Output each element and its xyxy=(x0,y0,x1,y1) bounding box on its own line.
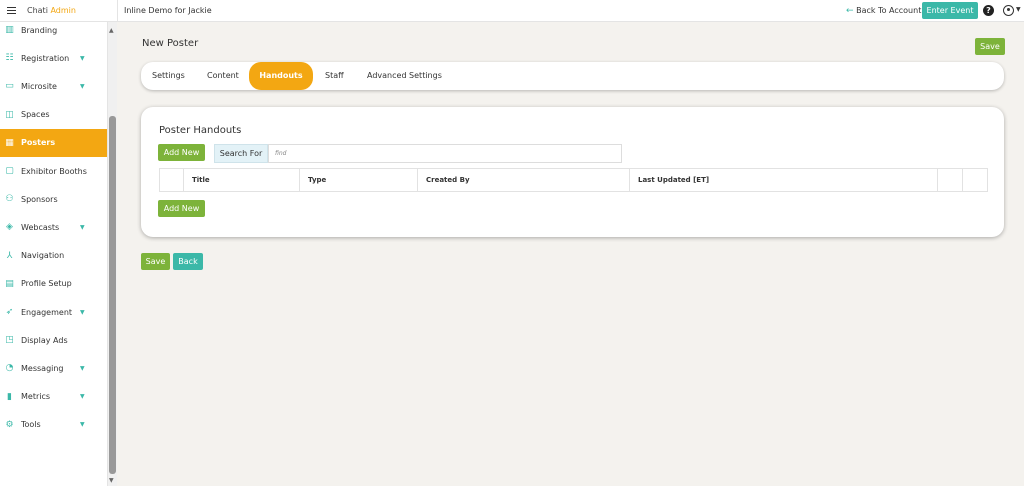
sponsors-icon: ⚇ xyxy=(5,194,14,205)
sidebar: ▥ Branding ☷ Registration ▼ ▭ Microsite ▼ ◫ Space… xyxy=(0,22,108,486)
navigation-icon: ⅄ xyxy=(6,250,13,261)
scroll-up-icon[interactable]: ▲ xyxy=(109,27,114,34)
sidebar-item-posters[interactable]: ▦ Posters xyxy=(0,128,107,157)
chevron-down-icon[interactable]: ▼ xyxy=(80,393,85,400)
chevron-down-icon[interactable]: ▼ xyxy=(80,83,85,90)
sidebar-item-microsite[interactable]: ▭ Microsite ▼ xyxy=(0,72,107,100)
webcasts-icon: ◈ xyxy=(6,222,13,233)
brand-accent: Admin xyxy=(50,6,76,15)
sidebar-item-label: Tools xyxy=(21,420,41,430)
sidebar-item-profile-setup[interactable]: ▤ Profile Setup xyxy=(0,270,107,298)
chevron-down-icon[interactable]: ▼ xyxy=(80,309,85,316)
tab-settings[interactable]: Settings xyxy=(152,62,185,90)
sidebar-item-display-ads[interactable]: ◳ Display Ads xyxy=(0,326,107,354)
chevron-down-icon[interactable]: ▼ xyxy=(80,421,85,428)
sidebar-item-spaces[interactable]: ◫ Spaces xyxy=(0,101,107,129)
sidebar-item-label: Branding xyxy=(21,25,58,35)
sidebar-item-label: Posters xyxy=(21,138,56,148)
chevron-down-icon[interactable]: ▼ xyxy=(80,55,85,62)
branding-icon: ▥ xyxy=(5,25,14,35)
menu-icon[interactable] xyxy=(7,7,16,14)
tab-content[interactable]: Content xyxy=(207,62,239,90)
scroll-down-icon[interactable]: ▼ xyxy=(109,477,114,484)
tab-bar: Settings Content Handouts Staff Advanced… xyxy=(141,62,1004,90)
event-title: Inline Demo for Jackie xyxy=(124,6,212,15)
sidebar-item-exhibitor-booths[interactable]: ▢ Exhibitor Booths xyxy=(0,157,107,185)
handouts-table: Title Type Created By Last Updated [ET] xyxy=(159,168,988,192)
metrics-icon: ▮ xyxy=(7,391,12,402)
sidebar-item-label: Profile Setup xyxy=(21,279,72,289)
header-divider xyxy=(117,0,118,22)
posters-icon: ▦ xyxy=(5,137,14,148)
sidebar-scroll-thumb[interactable] xyxy=(109,116,116,474)
page-title: New Poster xyxy=(142,38,199,49)
exhibitor-booths-icon: ▢ xyxy=(5,166,14,176)
sidebar-item-label: Engagement xyxy=(21,307,73,317)
tab-staff[interactable]: Staff xyxy=(325,62,344,90)
sidebar-item-label: Sponsors xyxy=(21,194,58,204)
tab-advanced-settings[interactable]: Advanced Settings xyxy=(367,62,442,90)
column-header-select xyxy=(160,169,183,191)
sidebar-item-label: Messaging xyxy=(21,363,64,373)
sidebar-item-registration[interactable]: ☷ Registration ▼ xyxy=(0,44,107,72)
sidebar-item-label: Exhibitor Booths xyxy=(21,166,87,176)
brand-name: Chati xyxy=(27,6,48,15)
sidebar-item-label: Spaces xyxy=(21,110,50,120)
poster-handouts-panel: Poster Handouts Add New Search For find … xyxy=(141,107,1004,237)
search-input[interactable]: find xyxy=(268,144,622,163)
column-header-title[interactable]: Title xyxy=(183,169,299,191)
sidebar-item-label: Registration xyxy=(21,53,70,63)
display-ads-icon: ◳ xyxy=(5,335,14,346)
add-new-button[interactable]: Add New xyxy=(158,144,205,161)
spaces-icon: ◫ xyxy=(5,109,14,120)
column-header-created-by[interactable]: Created By xyxy=(417,169,629,191)
enter-event-button[interactable]: Enter Event xyxy=(922,2,978,19)
user-account-icon[interactable] xyxy=(1003,5,1014,16)
messaging-icon: ◔ xyxy=(5,363,14,374)
search-label: Search For xyxy=(214,144,268,163)
sidebar-item-label: Microsite xyxy=(21,81,57,91)
sidebar-item-webcasts[interactable]: ◈ Webcasts ▼ xyxy=(0,213,107,241)
sidebar-item-navigation[interactable]: ⅄ Navigation xyxy=(0,242,107,270)
save-button-top[interactable]: Save xyxy=(975,38,1005,55)
sidebar-item-metrics[interactable]: ▮ Metrics ▼ xyxy=(0,383,107,411)
sidebar-item-label: Webcasts xyxy=(21,222,60,232)
tab-handouts[interactable]: Handouts xyxy=(249,62,313,90)
sidebar-item-label: Navigation xyxy=(21,251,65,261)
arrow-left-icon: ← xyxy=(846,6,854,16)
registration-icon: ☷ xyxy=(5,53,14,64)
sidebar-item-engagement[interactable]: ➶ Engagement ▼ xyxy=(0,298,107,326)
microsite-icon: ▭ xyxy=(5,81,14,92)
back-button[interactable]: Back xyxy=(173,253,203,270)
sidebar-item-sponsors[interactable]: ⚇ Sponsors xyxy=(0,185,107,213)
app-brand: Chati Admin xyxy=(27,6,76,15)
column-header-action-2 xyxy=(962,169,987,191)
tools-icon: ⚙ xyxy=(5,419,14,430)
top-bar: Chati Admin Inline Demo for Jackie ← Bac… xyxy=(0,0,1024,22)
back-to-account-label: Back To Account xyxy=(856,6,922,15)
column-header-last-updated[interactable]: Last Updated [ET] xyxy=(629,169,937,191)
column-header-type[interactable]: Type xyxy=(299,169,417,191)
chevron-down-icon[interactable]: ▼ xyxy=(1016,6,1021,13)
save-button[interactable]: Save xyxy=(141,253,170,270)
engagement-icon: ➶ xyxy=(5,307,14,317)
sidebar-item-tools[interactable]: ⚙ Tools ▼ xyxy=(0,411,107,439)
help-icon[interactable]: ? xyxy=(983,5,994,16)
panel-title: Poster Handouts xyxy=(159,125,242,136)
back-to-account-link[interactable]: ← Back To Account xyxy=(846,6,921,16)
column-header-action-1 xyxy=(937,169,962,191)
add-new-button-bottom[interactable]: Add New xyxy=(158,200,205,217)
sidebar-item-label: Display Ads xyxy=(21,335,68,345)
profile-setup-icon: ▤ xyxy=(5,278,14,289)
sidebar-item-messaging[interactable]: ◔ Messaging ▼ xyxy=(0,354,107,382)
chevron-down-icon[interactable]: ▼ xyxy=(80,365,85,372)
chevron-down-icon[interactable]: ▼ xyxy=(80,224,85,231)
sidebar-item-branding[interactable]: ▥ Branding xyxy=(0,16,107,44)
sidebar-item-label: Metrics xyxy=(21,392,51,402)
